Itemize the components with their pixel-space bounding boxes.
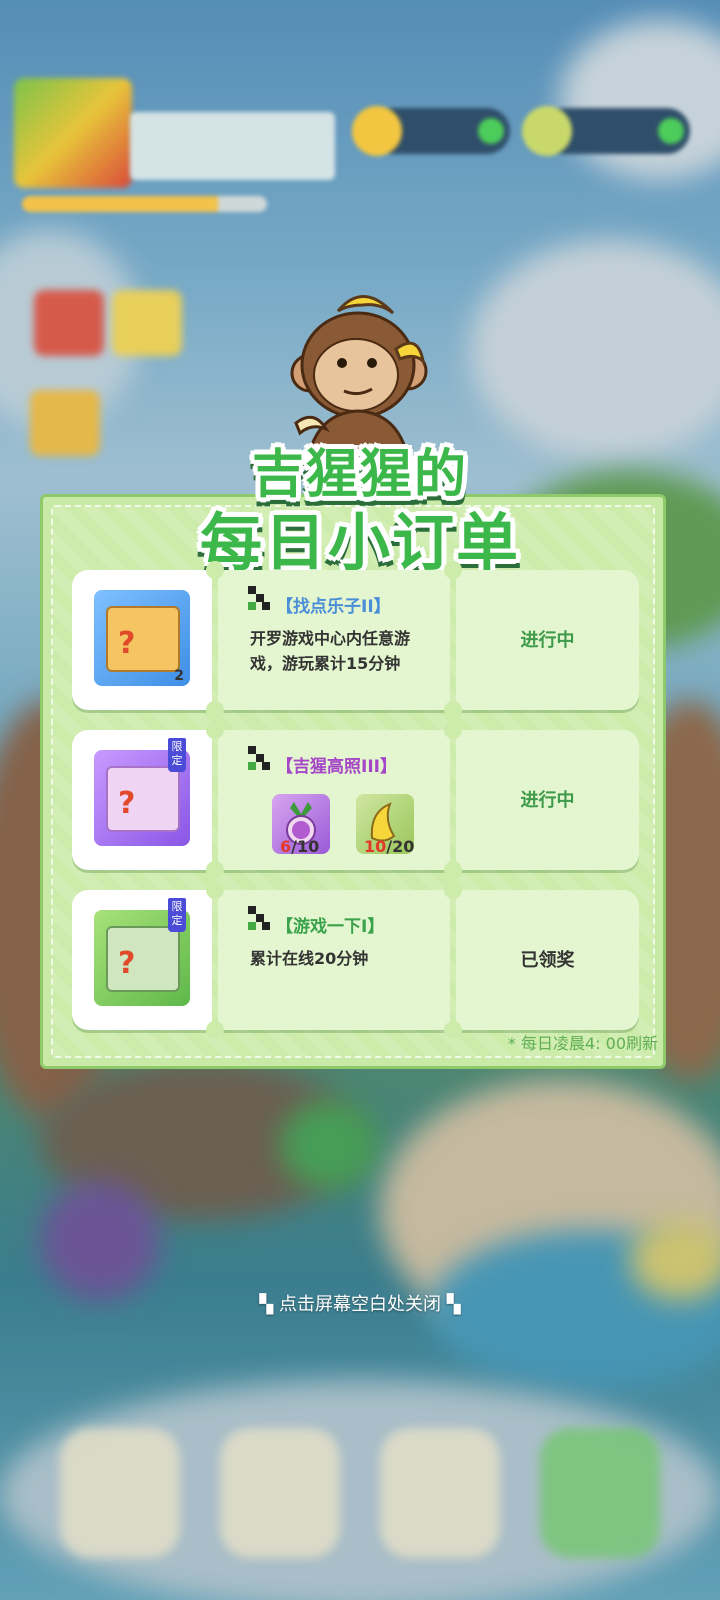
close-hint[interactable]: ▚ 点击屏幕空白处关闭 ▚ [0,1290,720,1316]
ticket-icon [522,106,572,156]
bottom-nav-4[interactable] [540,1428,660,1558]
task-status: 进行中 [520,630,575,651]
add-ticket-button[interactable] [658,118,684,144]
player-avatar[interactable] [14,78,132,188]
banana-icon: 10/20 [356,794,414,856]
item-progress: 10/20 [364,837,414,856]
task-description: 累计在线20分钟 [250,949,369,968]
add-coin-button[interactable] [478,118,504,144]
task-status-cell[interactable]: 进行中 [456,730,639,870]
paw-icon: ▚ [259,1294,274,1315]
player-info-panel[interactable] [130,112,335,180]
task-description: 开罗游戏中心内任意游戏，游玩累计15分钟 [250,629,411,673]
turnip-icon: 6/10 [272,794,330,856]
pixel-flag-icon [248,586,270,612]
bottom-nav-2[interactable] [220,1428,340,1558]
limited-badge: 限定 [168,898,186,932]
reward-count: 2 [174,668,184,684]
reward-cell[interactable]: ? 限定 [72,730,212,870]
reward-cell[interactable]: ? 2 [72,570,212,710]
task-row: ? 限定 【吉猩高照III】 6/10 10/20 进行中 [72,721,639,879]
coin-counter[interactable] [352,106,510,156]
refresh-note: * 每日凌晨4: 00刷新 [507,1034,658,1053]
item-need: /10 [291,837,320,856]
task-title: 【吉猩高照III】 [276,757,397,777]
bottom-nav-3[interactable] [380,1428,500,1558]
paw-icon: ▚ [446,1294,461,1315]
task-status: 已领奖 [520,950,575,971]
item-progress: 6/10 [280,837,319,856]
reward-cell[interactable]: ? 限定 [72,890,212,1030]
task-status-cell[interactable]: 进行中 [456,570,639,710]
task-info-cell: 【吉猩高照III】 6/10 10/20 [218,730,450,870]
item-need: /20 [386,837,415,856]
limited-badge: 限定 [168,738,186,772]
task-title: 【找点乐子II】 [276,597,391,617]
task-status: 进行中 [520,790,575,811]
close-hint-text: 点击屏幕空白处关闭 [279,1294,441,1315]
pixel-flag-icon [248,746,270,772]
item-have: 6 [280,837,292,856]
task-info-cell: 【找点乐子II】 开罗游戏中心内任意游戏，游玩累计15分钟 [218,570,450,710]
item-have: 10 [364,837,387,856]
task-status-cell[interactable]: 已领奖 [456,890,639,1030]
task-info-cell: 【游戏一下I】 累计在线20分钟 [218,890,450,1030]
task-title: 【游戏一下I】 [276,917,385,937]
pixel-flag-icon [248,906,270,932]
ticket-counter[interactable] [522,106,690,156]
task-row: ? 2 【找点乐子II】 开罗游戏中心内任意游戏，游玩累计15分钟 进行中 [72,561,639,719]
banner-title-line2: 每日小订单 [199,506,520,579]
bottom-nav-1[interactable] [60,1428,180,1558]
blue-mystery-box-icon: ? 2 [94,590,190,686]
task-row: ? 限定 【游戏一下I】 累计在线20分钟 已领奖 [72,881,639,1039]
coin-icon [352,106,402,156]
side-menu-event[interactable] [112,290,182,356]
experience-bar [22,196,267,212]
side-menu-shop[interactable] [34,290,104,356]
